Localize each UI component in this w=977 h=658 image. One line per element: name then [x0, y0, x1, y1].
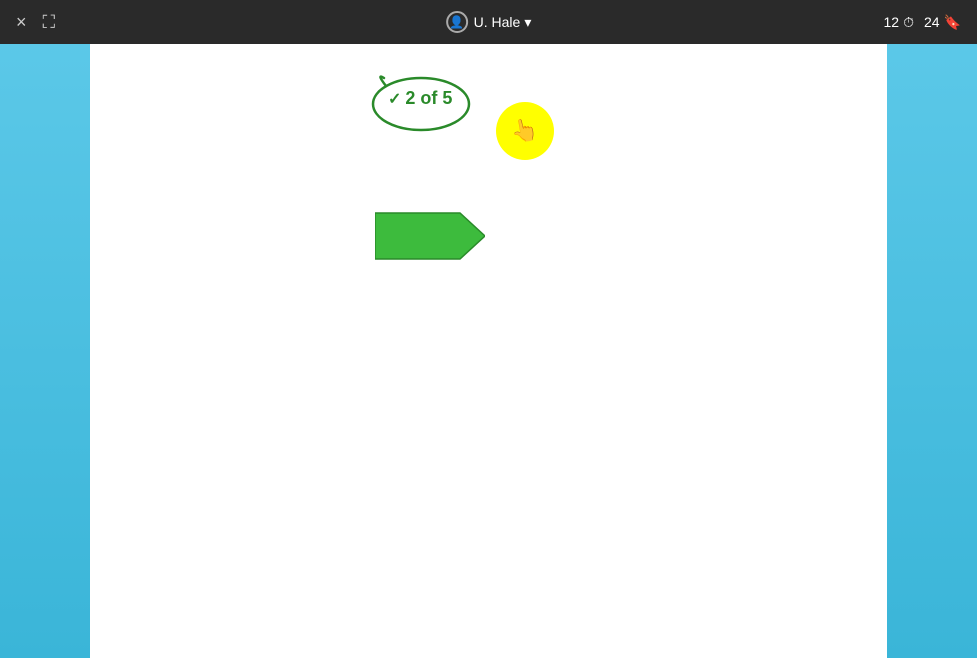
right-side-panel [887, 44, 977, 658]
label-arrow-shape [375, 209, 485, 263]
yellow-cursor-circle: 👆 [496, 102, 554, 160]
badge-oval: ✓ 2 of 5 👆 [380, 84, 460, 113]
main-layout: ✓ 2 of 5 👆 [0, 44, 977, 658]
bookmark-stat: 24 🔖 [924, 14, 961, 31]
timer-value: 12 [883, 14, 899, 30]
badge-count: 2 of 5 [405, 88, 452, 109]
topbar-left: × ⛶ [16, 12, 55, 33]
left-side-panel [0, 44, 90, 658]
badge-container: ✓ 2 of 5 👆 [380, 84, 460, 113]
expand-icon[interactable]: ⛶ [43, 12, 56, 33]
checkmark-icon: ✓ [388, 89, 401, 109]
user-name-label: U. Hale [474, 14, 521, 30]
timer-icon: ⏱ [903, 14, 914, 31]
bookmark-value: 24 [924, 14, 940, 30]
badge-text: ✓ 2 of 5 [380, 84, 460, 113]
user-avatar-icon: 👤 [446, 11, 468, 33]
dropdown-arrow-icon: ▾ [524, 14, 531, 31]
close-icon[interactable]: × [16, 12, 27, 33]
content-area: ✓ 2 of 5 👆 [90, 44, 887, 658]
topbar: × ⛶ 👤 U. Hale ▾ 12 ⏱ 24 🔖 [0, 0, 977, 44]
topbar-center: 👤 U. Hale ▾ [446, 11, 532, 33]
user-menu[interactable]: U. Hale ▾ [474, 14, 532, 31]
timer-stat: 12 ⏱ [883, 14, 914, 31]
topbar-right: 12 ⏱ 24 🔖 [883, 14, 961, 31]
cursor-hand-icon: 👆 [509, 116, 541, 146]
bookmark-icon: 🔖 [944, 14, 961, 31]
green-label-shape [375, 209, 485, 268]
